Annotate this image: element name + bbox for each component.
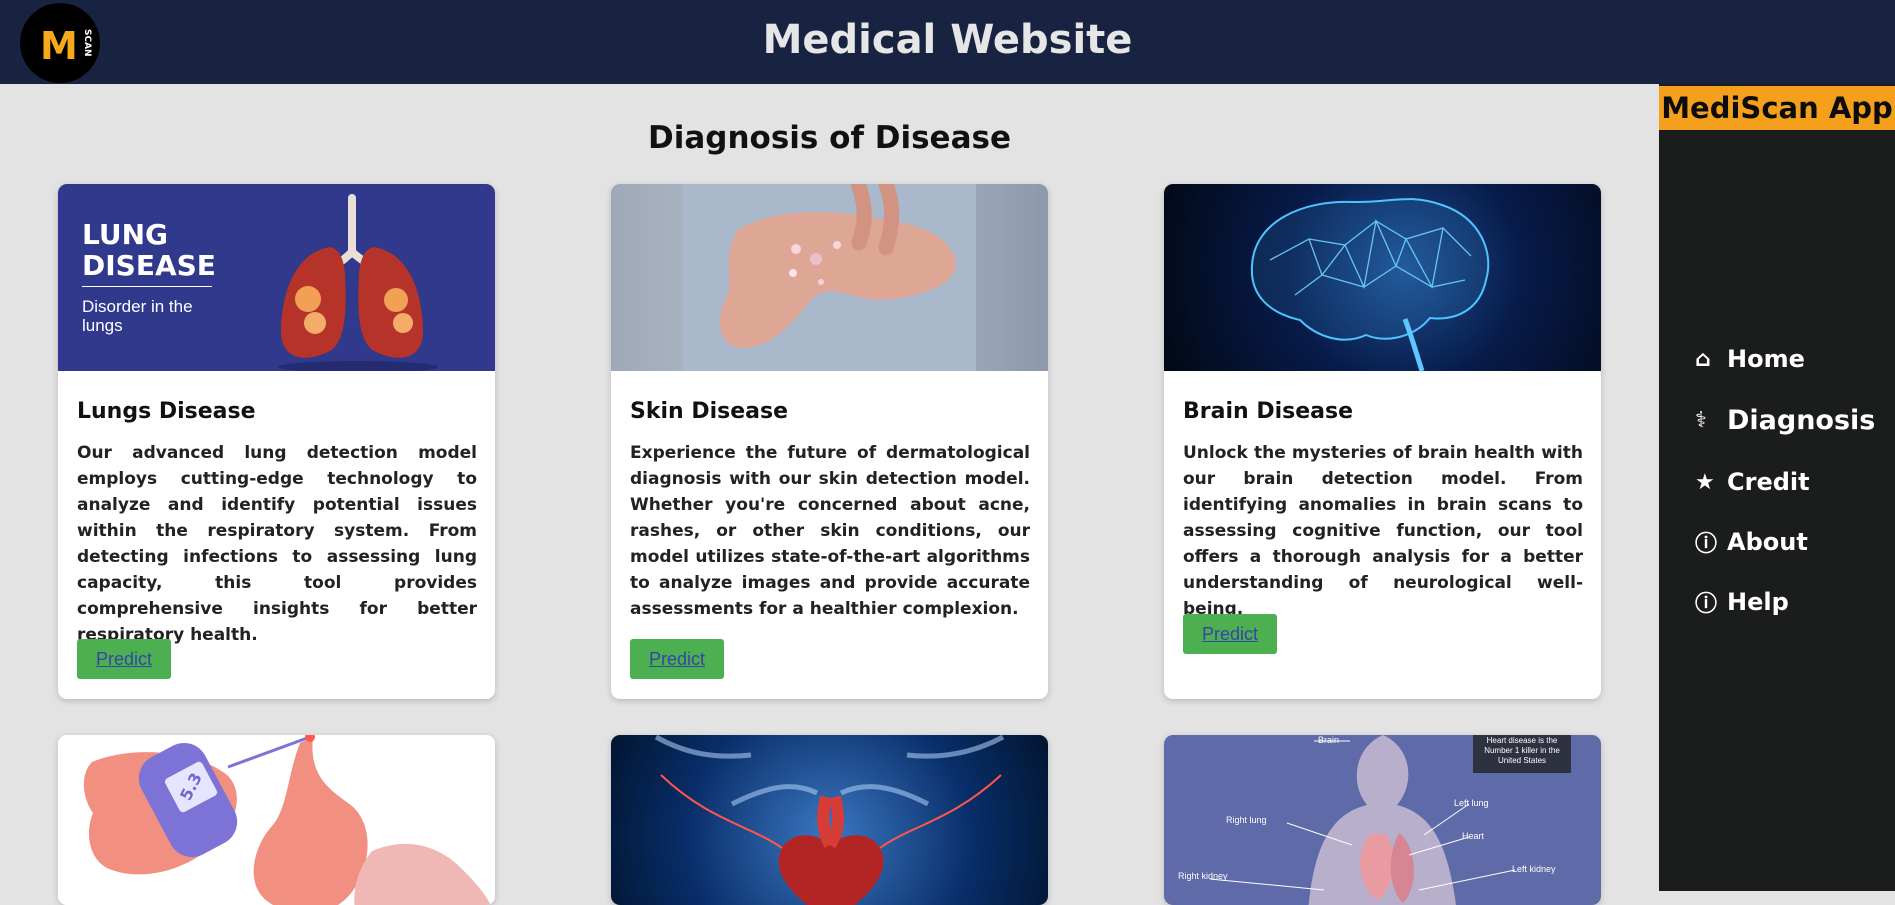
brain-illustration (1250, 198, 1490, 371)
label-right-lung: Right lung (1226, 815, 1267, 825)
label-right-kidney: Right kidney (1178, 871, 1228, 881)
brain-card: Brain Disease Unlock the mysteries of br… (1164, 184, 1601, 699)
label-brain: Brain (1318, 735, 1340, 745)
stethoscope-icon: ⚕ (1695, 407, 1707, 433)
heart-illustration (654, 735, 1005, 905)
sidebar-item-credit[interactable]: ★ Credit (1695, 462, 1810, 502)
diabetes-illustration: 5.3 (83, 735, 491, 905)
diabetes-card: 5.3 (58, 735, 495, 905)
predict-button-skin[interactable]: Predict (630, 639, 724, 679)
card-description: Unlock the mysteries of brain health wit… (1183, 443, 1583, 619)
page-heading: Diagnosis of Disease (648, 120, 1011, 156)
sidebar-item-label: Diagnosis (1727, 404, 1876, 436)
lungs-image: LUNG DISEASE Disorder in the lungs (58, 184, 495, 371)
card-description: Our advanced lung detection model employ… (77, 443, 477, 645)
predict-button-lungs[interactable]: Predict (77, 639, 171, 679)
label-heart: Heart (1462, 831, 1485, 841)
label-left-kidney: Left kidney (1512, 864, 1556, 874)
info-icon: ⓘ (1695, 592, 1718, 617)
site-title: Medical Website (762, 17, 1133, 63)
label-heart-disease: Heart disease is the Number 1 killer in … (1484, 736, 1560, 765)
sidebar-item-label: About (1727, 528, 1808, 556)
card-description: Experience the future of dermatological … (630, 443, 1030, 619)
lungs-illustration (278, 194, 438, 371)
sidebar-item-home[interactable]: ⌂ Home (1695, 339, 1805, 379)
sidebar-item-label: Help (1727, 588, 1789, 616)
skin-card: Skin Disease Experience the future of de… (611, 184, 1048, 699)
sidebar-item-help[interactable]: ⓘ Help (1695, 582, 1789, 622)
diabetes-image: 5.3 (58, 735, 495, 905)
sidebar-item-label: Home (1727, 345, 1805, 373)
skin-illustration (683, 184, 976, 371)
card-title: Lungs Disease (77, 399, 256, 424)
label-left-lung: Left lung (1454, 798, 1489, 808)
card-title: Brain Disease (1183, 399, 1354, 424)
sidebar-item-about[interactable]: ⓘ About (1695, 522, 1808, 562)
lungs-card: LUNG DISEASE Disorder in the lungs Lungs… (58, 184, 495, 699)
body-card: Brain Heart disease is the Number 1 kill… (1164, 735, 1601, 905)
top-header: M SCAN Medical Website (0, 0, 1895, 84)
sidebar-item-label: Credit (1727, 468, 1810, 496)
heart-image (611, 735, 1048, 905)
star-icon: ★ (1695, 469, 1715, 495)
sidebar-item-diagnosis[interactable]: ⚕ Diagnosis (1695, 400, 1875, 440)
home-icon: ⌂ (1695, 346, 1711, 372)
card-title: Skin Disease (630, 399, 789, 424)
sidebar-brand: MediScan App (1659, 86, 1895, 130)
info-icon: ⓘ (1695, 532, 1718, 557)
brain-image (1164, 184, 1601, 371)
heart-card (611, 735, 1048, 905)
sidebar: MediScan App ⌂ Home ⚕ Diagnosis ★ Credit… (1659, 84, 1895, 891)
skin-image (611, 184, 1048, 371)
predict-button-brain[interactable]: Predict (1183, 614, 1277, 654)
body-image: Brain Heart disease is the Number 1 kill… (1164, 735, 1601, 905)
